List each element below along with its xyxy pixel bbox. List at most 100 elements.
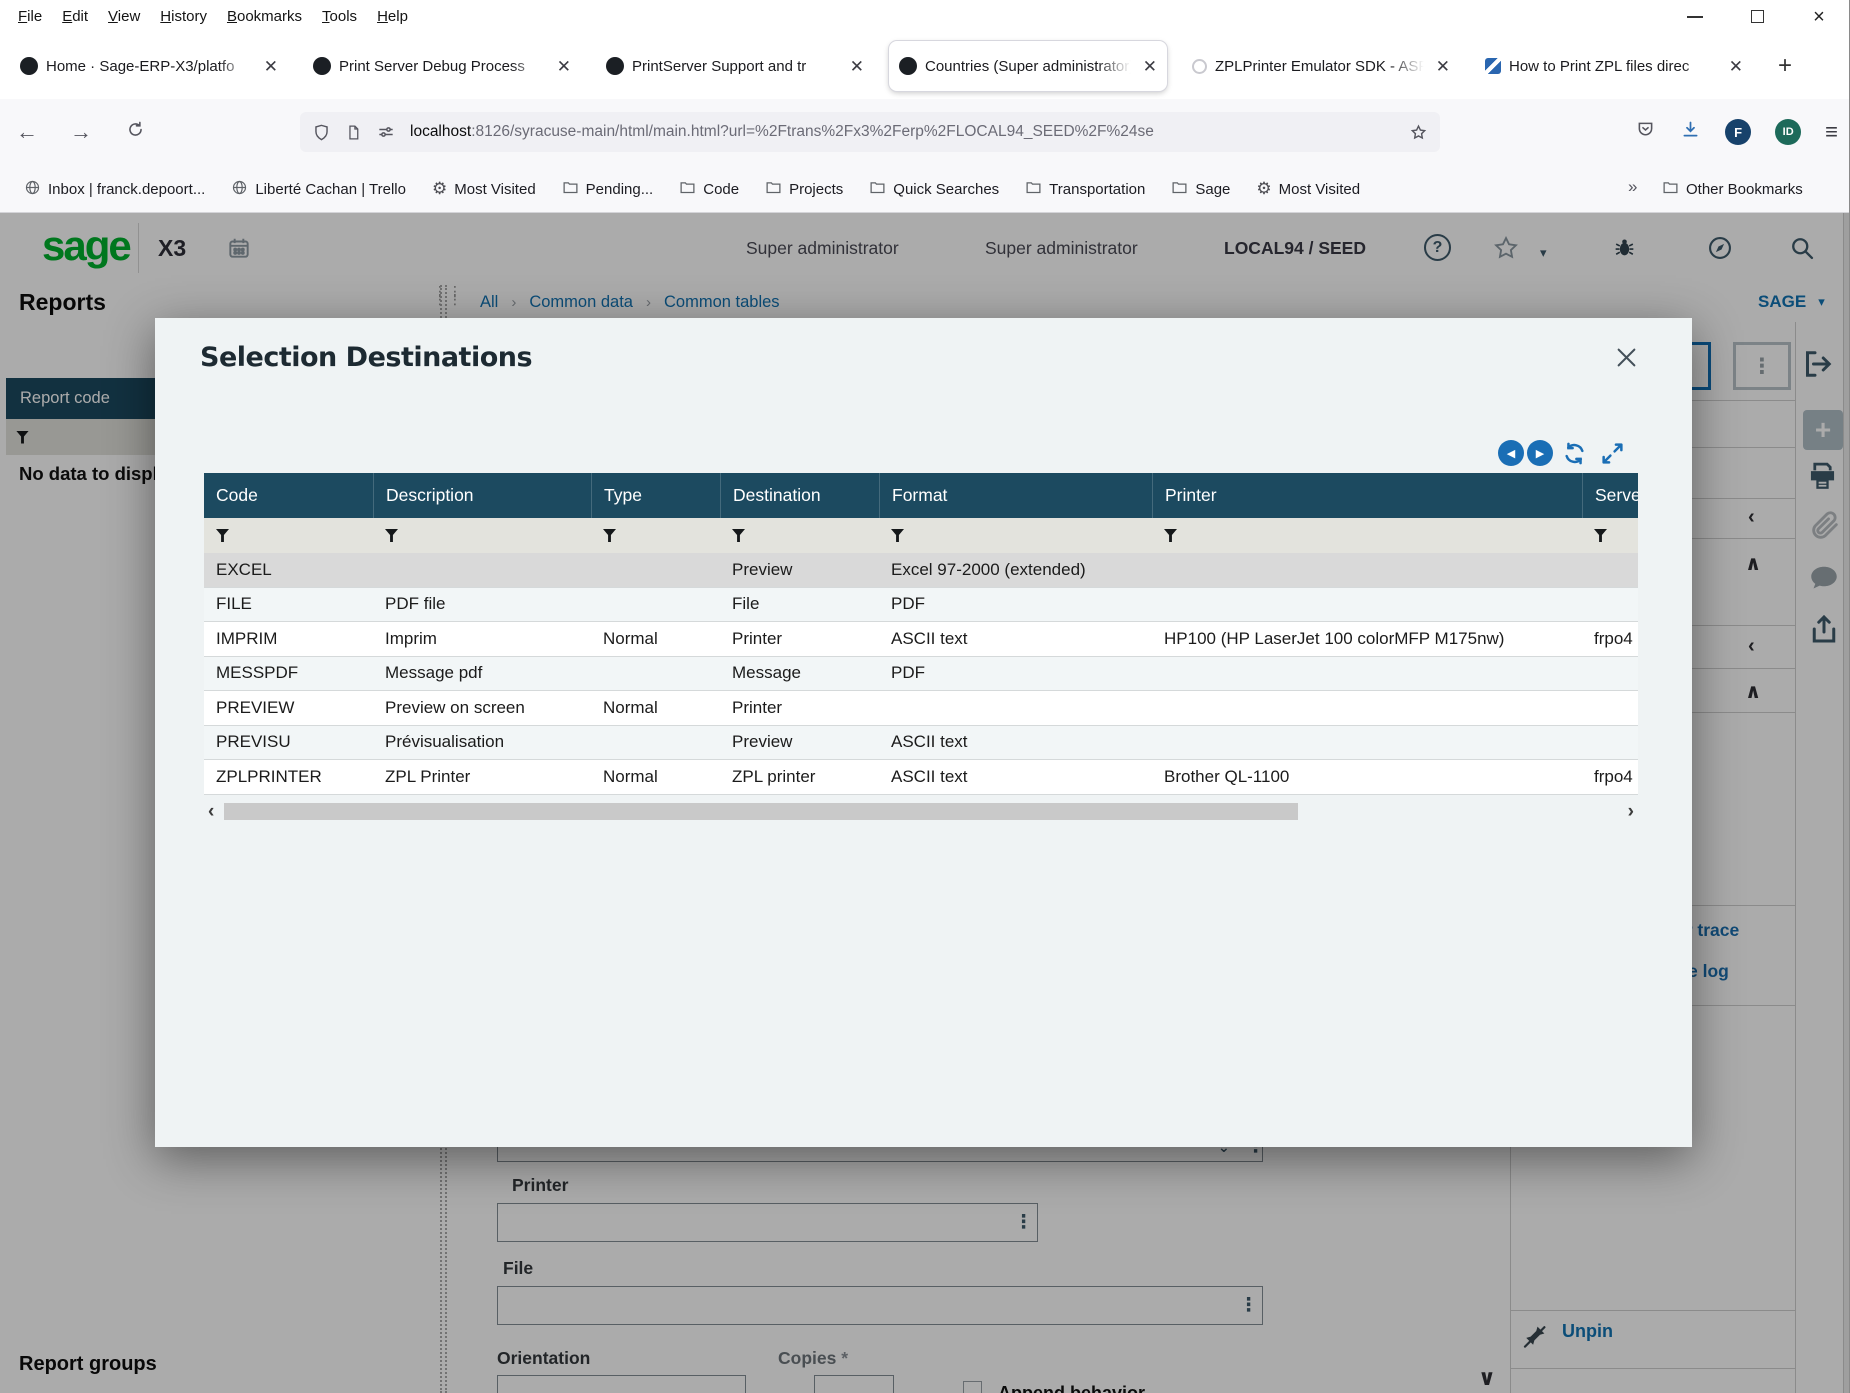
bookmark-item[interactable]: Inbox | franck.depoort... bbox=[24, 179, 205, 200]
bookmark-item[interactable]: ⚙Most Visited bbox=[432, 180, 536, 198]
tabs: Home · Sage-ERP-X3/platfo✕ Print Server D… bbox=[10, 41, 1768, 91]
filter-cell[interactable] bbox=[591, 529, 720, 542]
profile-avatar[interactable]: ID bbox=[1775, 119, 1801, 145]
filter-cell[interactable] bbox=[879, 529, 1152, 542]
other-bookmarks-button[interactable]: Other Bookmarks bbox=[1662, 165, 1803, 213]
column-header-type[interactable]: Type bbox=[591, 473, 720, 518]
bookmark-label: Quick Searches bbox=[893, 181, 999, 198]
bookmark-item[interactable]: Transportation bbox=[1025, 179, 1145, 200]
column-header-description[interactable]: Description bbox=[373, 473, 591, 518]
column-header-server[interactable]: Server bbox=[1582, 473, 1638, 518]
menu-item-bookmarks[interactable]: Bookmarks bbox=[217, 8, 312, 25]
selection-destinations-dialog: Selection Destinations ◀ ▶ CodeDescripti… bbox=[155, 318, 1692, 1147]
filter-cell[interactable] bbox=[373, 529, 591, 542]
menu-item-file[interactable]: File bbox=[8, 8, 52, 25]
bookmark-item[interactable]: Code bbox=[679, 179, 739, 200]
table-row-PREVISU[interactable]: PREVISUPrévisualisationPreviewASCII text bbox=[204, 726, 1638, 761]
browser-menubar: FileEditViewHistoryBookmarksToolsHelp × bbox=[0, 0, 1850, 33]
next-page-button[interactable]: ▶ bbox=[1527, 440, 1553, 466]
menu-items: FileEditViewHistoryBookmarksToolsHelp bbox=[8, 8, 418, 25]
table-cell bbox=[591, 553, 720, 587]
tab-close-icon[interactable]: ✕ bbox=[1143, 58, 1157, 75]
browser-tab-1[interactable]: Home · Sage-ERP-X3/platfo✕ bbox=[10, 41, 288, 91]
menu-item-edit[interactable]: Edit bbox=[52, 8, 98, 25]
table-cell bbox=[591, 726, 720, 760]
table-row-ZPLPRINTER[interactable]: ZPLPRINTERZPL PrinterNormalZPL printerAS… bbox=[204, 760, 1638, 795]
new-tab-button[interactable]: + bbox=[1778, 52, 1792, 80]
column-header-printer[interactable]: Printer bbox=[1152, 473, 1582, 518]
shield-icon[interactable] bbox=[312, 123, 331, 142]
bookmark-item[interactable]: Sage bbox=[1171, 179, 1230, 200]
dialog-close-button[interactable] bbox=[1613, 344, 1640, 376]
bookmark-label: Most Visited bbox=[454, 181, 535, 198]
menu-item-view[interactable]: View bbox=[98, 8, 150, 25]
downloads-icon[interactable] bbox=[1680, 119, 1701, 145]
menu-item-tools[interactable]: Tools bbox=[312, 8, 367, 25]
table-cell: Brother QL-1100 bbox=[1152, 760, 1582, 794]
table-cell bbox=[1582, 588, 1638, 622]
tab-close-icon[interactable]: ✕ bbox=[850, 58, 864, 75]
table-row-MESSPDF[interactable]: MESSPDFMessage pdfMessagePDF bbox=[204, 657, 1638, 692]
filter-cell[interactable] bbox=[1582, 529, 1638, 542]
reload-button[interactable] bbox=[108, 119, 162, 145]
table-row-EXCEL[interactable]: EXCELPreviewExcel 97-2000 (extended) bbox=[204, 553, 1638, 588]
tab-close-icon[interactable]: ✕ bbox=[264, 58, 278, 75]
account-avatar[interactable]: F bbox=[1725, 119, 1751, 145]
browser-tab-4[interactable]: Countries (Super administrator)✕ bbox=[889, 41, 1167, 91]
permissions-icon[interactable] bbox=[376, 122, 396, 142]
bookmark-item[interactable]: Pending... bbox=[562, 179, 654, 200]
tab-close-icon[interactable]: ✕ bbox=[557, 58, 571, 75]
tab-close-icon[interactable]: ✕ bbox=[1436, 58, 1450, 75]
destinations-table: CodeDescriptionTypeDestinationFormatPrin… bbox=[204, 473, 1638, 795]
scrollbar-thumb[interactable] bbox=[224, 803, 1298, 820]
scroll-left-button[interactable]: ‹ bbox=[208, 801, 214, 823]
table-row-IMPRIM[interactable]: IMPRIMImprimNormalPrinterASCII textHP100… bbox=[204, 622, 1638, 657]
table-cell: HP100 (HP LaserJet 100 colorMFP M175nw) bbox=[1152, 622, 1582, 656]
bookmark-item[interactable]: Liberté Cachan | Trello bbox=[231, 179, 406, 200]
bookmarks-overflow-button[interactable]: » bbox=[1628, 177, 1637, 197]
expand-button[interactable] bbox=[1600, 441, 1625, 471]
filter-funnel-icon bbox=[891, 529, 904, 542]
page-info-icon[interactable] bbox=[345, 124, 362, 141]
forward-button[interactable]: → bbox=[54, 119, 108, 145]
column-header-destination[interactable]: Destination bbox=[720, 473, 879, 518]
back-button[interactable]: ← bbox=[0, 119, 54, 145]
tab-close-icon[interactable]: ✕ bbox=[1729, 58, 1743, 75]
bookmark-item[interactable]: Quick Searches bbox=[869, 179, 999, 200]
pocket-icon[interactable] bbox=[1635, 119, 1656, 145]
maximize-button[interactable] bbox=[1726, 0, 1788, 33]
browser-tab-3[interactable]: PrintServer Support and tr✕ bbox=[596, 41, 874, 91]
bookmark-star-icon[interactable] bbox=[1409, 123, 1428, 142]
table-cell: PDF file bbox=[373, 588, 591, 622]
close-window-button[interactable]: × bbox=[1788, 0, 1850, 33]
bookmark-item[interactable]: Projects bbox=[765, 179, 843, 200]
dialog-title: Selection Destinations bbox=[200, 342, 532, 373]
table-cell: PDF bbox=[879, 657, 1152, 691]
menu-item-history[interactable]: History bbox=[150, 8, 217, 25]
refresh-button[interactable] bbox=[1562, 441, 1587, 471]
column-header-format[interactable]: Format bbox=[879, 473, 1152, 518]
browser-tab-5[interactable]: ZPLPrinter Emulator SDK - ASP✕ bbox=[1182, 41, 1460, 91]
window-controls: × bbox=[1664, 0, 1850, 33]
column-header-code[interactable]: Code bbox=[204, 473, 373, 518]
previous-page-button[interactable]: ◀ bbox=[1498, 440, 1524, 466]
maximize-icon bbox=[1751, 10, 1764, 23]
menu-hamburger-icon[interactable]: ≡ bbox=[1825, 119, 1838, 145]
scroll-right-button[interactable]: › bbox=[1628, 801, 1634, 823]
filter-cell[interactable] bbox=[1152, 529, 1582, 542]
folder-icon bbox=[1662, 179, 1679, 200]
url-bar[interactable]: localhost:8126/syracuse-main/html/main.h… bbox=[300, 112, 1440, 152]
menu-item-help[interactable]: Help bbox=[367, 8, 418, 25]
table-row-FILE[interactable]: FILEPDF fileFilePDF bbox=[204, 588, 1638, 623]
filter-cell[interactable] bbox=[720, 529, 879, 542]
table-cell bbox=[1582, 726, 1638, 760]
table-cell bbox=[1152, 588, 1582, 622]
bookmark-item[interactable]: ⚙Most Visited bbox=[1256, 180, 1360, 198]
table-header-row: CodeDescriptionTypeDestinationFormatPrin… bbox=[204, 473, 1638, 518]
browser-tab-6[interactable]: How to Print ZPL files direc✕ bbox=[1475, 41, 1753, 91]
table-row-PREVIEW[interactable]: PREVIEWPreview on screenNormalPrinter bbox=[204, 691, 1638, 726]
table-cell: Prévisualisation bbox=[373, 726, 591, 760]
filter-cell[interactable] bbox=[204, 529, 373, 542]
minimize-button[interactable] bbox=[1664, 0, 1726, 33]
browser-tab-2[interactable]: Print Server Debug Process✕ bbox=[303, 41, 581, 91]
